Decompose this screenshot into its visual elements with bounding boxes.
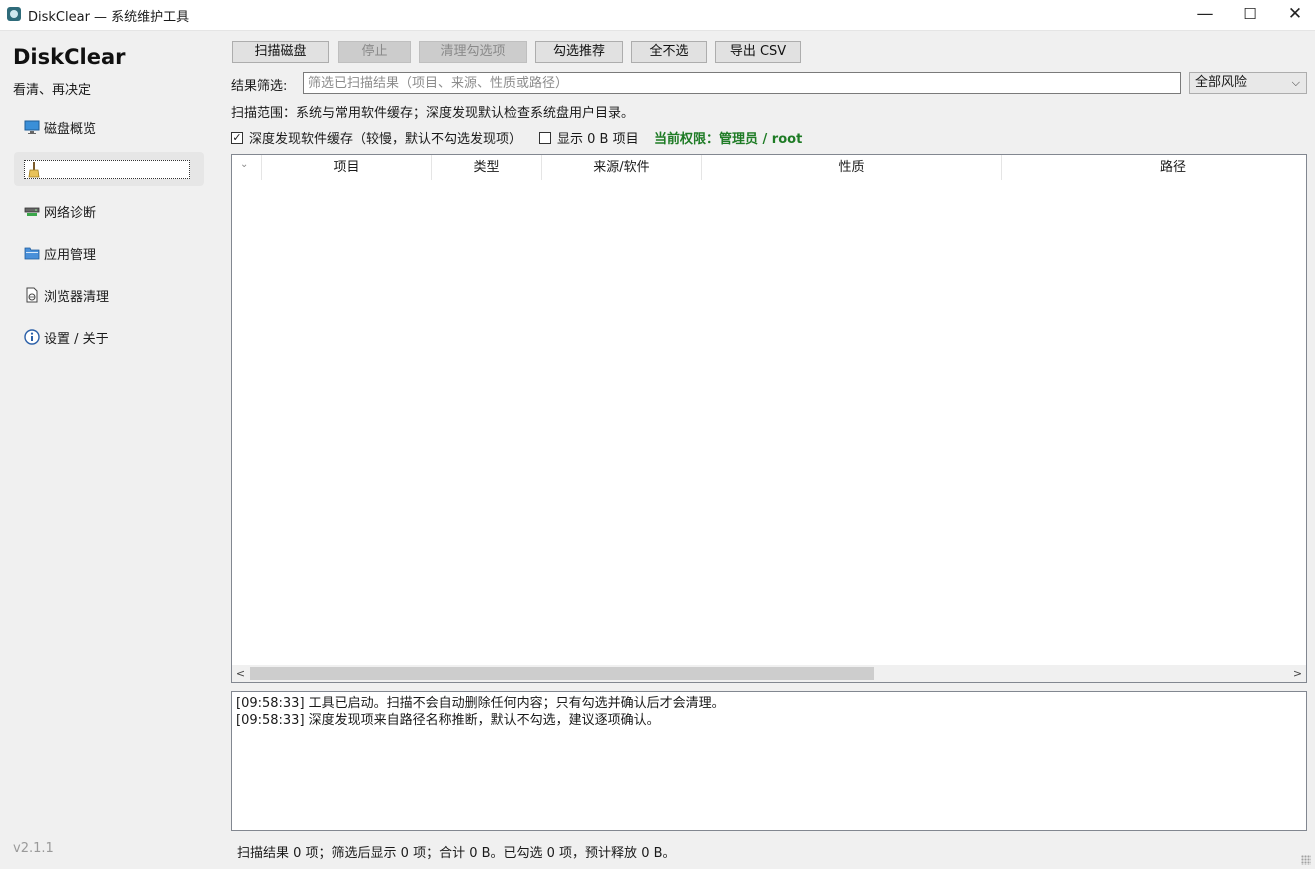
stop-button[interactable]: 停止	[338, 41, 411, 63]
version-label: v2.1.1	[13, 841, 54, 856]
checkbox-unchecked[interactable]	[539, 131, 551, 144]
column-header-item[interactable]: 项目	[262, 155, 432, 180]
info-icon	[24, 329, 40, 345]
results-table[interactable]: ⌄ 项目 类型 来源/软件 性质 路径 < >	[231, 154, 1307, 683]
brand-tagline: 看清、再决定	[13, 83, 92, 98]
scrollbar-thumb[interactable]	[250, 667, 874, 680]
resize-grip-icon[interactable]	[1301, 855, 1311, 865]
export-csv-button[interactable]: 导出 CSV	[715, 41, 801, 63]
sidebar-item-label: 设置 / 关于	[44, 331, 109, 347]
column-header-type[interactable]: 类型	[432, 155, 542, 180]
log-line: [09:58:33] 深度发现项来自路径名称推断，默认不勾选，建议逐项确认。	[236, 713, 660, 728]
monitor-icon	[24, 119, 40, 135]
sidebar-item-apps[interactable]: 应用管理	[14, 236, 204, 270]
sidebar-item-disk-overview[interactable]: 磁盘概览	[14, 110, 204, 144]
focus-outline	[24, 159, 190, 179]
show-zero-checkbox[interactable]: 显示 0 B 项目	[539, 128, 639, 147]
check-recommended-button[interactable]: 勾选推荐	[535, 41, 623, 63]
log-line: [09:58:33] 工具已启动。扫描不会自动删除任何内容；只有勾选并确认后才会…	[236, 696, 725, 711]
horizontal-scrollbar[interactable]: < >	[232, 665, 1306, 682]
scan-disk-button[interactable]: 扫描磁盘	[232, 41, 329, 63]
sidebar-item-settings-about[interactable]: 设置 / 关于	[14, 320, 204, 354]
checkbox-column-header[interactable]: ⌄	[232, 155, 262, 180]
broom-icon	[27, 161, 43, 178]
checkbox-checked[interactable]: ✓	[231, 131, 243, 144]
column-header-path[interactable]: 路径	[1002, 155, 1306, 180]
deep-discovery-label: 深度发现软件缓存（较慢，默认不勾选发现项）	[249, 132, 523, 147]
column-header-source[interactable]: 来源/软件	[542, 155, 702, 180]
folder-icon	[24, 245, 40, 261]
window-title: DiskClear — 系统维护工具	[28, 10, 190, 25]
scan-scope-text: 扫描范围：系统与常用软件缓存；深度发现默认检查系统盘用户目录。	[231, 106, 635, 121]
sidebar: DiskClear 看清、再决定 磁盘概览 网络诊断 应用管理 浏览器清理 设置…	[0, 31, 215, 869]
column-header-nature[interactable]: 性质	[702, 155, 1002, 180]
chevron-down-icon: ⌵	[1291, 76, 1300, 89]
risk-level-select[interactable]: 全部风险 ⌵	[1189, 72, 1307, 94]
title-bar: DiskClear — 系统维护工具 — ☐ ✕	[0, 0, 1315, 31]
brand-name: DiskClear	[13, 45, 126, 69]
show-zero-label: 显示 0 B 项目	[557, 132, 639, 147]
risk-level-value: 全部风险	[1195, 75, 1248, 90]
sort-chevron-icon: ⌄	[240, 159, 249, 170]
table-header: ⌄ 项目 类型 来源/软件 性质 路径	[232, 155, 1306, 180]
sidebar-item-cleanup[interactable]	[14, 152, 204, 186]
sidebar-item-label: 磁盘概览	[44, 121, 97, 137]
maximize-button[interactable]: ☐	[1227, 0, 1273, 30]
filter-label: 结果筛选:	[231, 79, 288, 94]
scroll-left-icon[interactable]: <	[232, 665, 249, 682]
sidebar-item-label: 应用管理	[44, 247, 97, 263]
filter-input[interactable]	[303, 72, 1181, 94]
network-icon	[24, 203, 40, 219]
minimize-button[interactable]: —	[1182, 0, 1228, 30]
clean-checked-button[interactable]: 清理勾选项	[419, 41, 527, 63]
sidebar-item-network[interactable]: 网络诊断	[14, 194, 204, 228]
deep-discovery-checkbox[interactable]: ✓ 深度发现软件缓存（较慢，默认不勾选发现项）	[231, 128, 522, 147]
status-bar-text: 扫描结果 0 项；筛选后显示 0 项；合计 0 B。已勾选 0 项，预计释放 0…	[237, 846, 676, 861]
sidebar-item-label: 网络诊断	[44, 205, 97, 221]
scroll-right-icon[interactable]: >	[1289, 665, 1306, 682]
sidebar-item-label: 浏览器清理	[44, 289, 110, 305]
browser-page-icon	[24, 287, 40, 303]
close-button[interactable]: ✕	[1272, 0, 1315, 30]
log-panel[interactable]: [09:58:33] 工具已启动。扫描不会自动删除任何内容；只有勾选并确认后才会…	[231, 691, 1307, 831]
uncheck-all-button[interactable]: 全不选	[631, 41, 707, 63]
app-icon	[7, 7, 21, 21]
privilege-status: 当前权限：管理员 / root	[654, 132, 803, 147]
sidebar-item-browser-cleanup[interactable]: 浏览器清理	[14, 278, 204, 312]
